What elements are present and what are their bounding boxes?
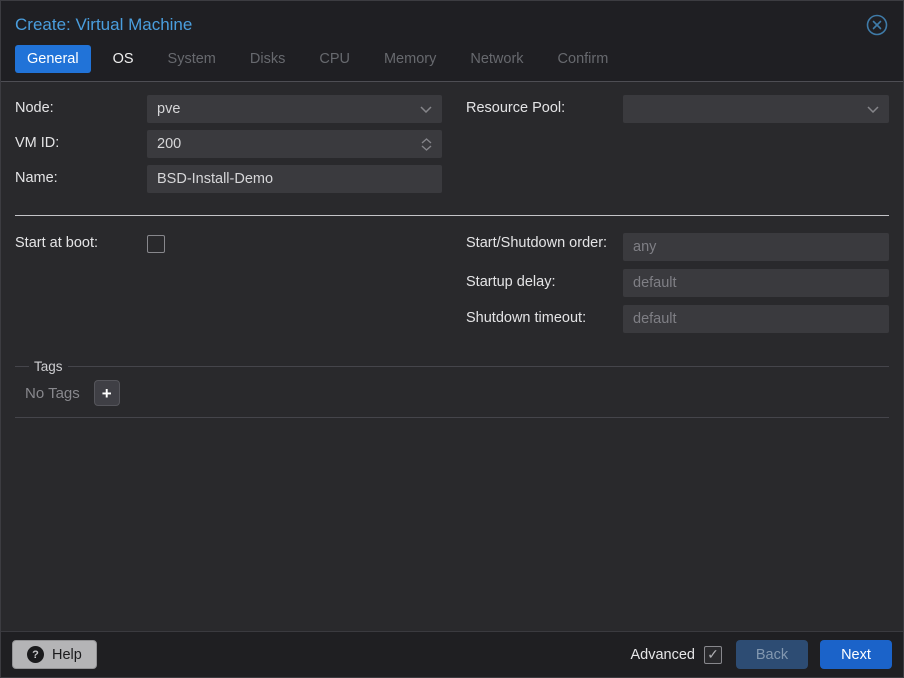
tab-confirm[interactable]: Confirm (546, 45, 621, 73)
close-button[interactable] (864, 12, 889, 37)
check-icon: ✓ (707, 646, 719, 663)
create-vm-dialog: Create: Virtual Machine General OS Syste… (0, 0, 904, 678)
shutdown-timeout-label: Shutdown timeout: (466, 308, 623, 329)
startup-order-label: Start/Shutdown order: (466, 233, 623, 254)
tags-fieldset: Tags No Tags + (15, 359, 889, 418)
tab-memory[interactable]: Memory (372, 45, 448, 73)
dialog-footer: ? Help Advanced ✓ Back Next (1, 631, 903, 677)
tab-cpu[interactable]: CPU (307, 45, 362, 73)
vmid-label: VM ID: (15, 133, 147, 154)
next-button[interactable]: Next (820, 640, 892, 669)
question-mark-icon: ? (27, 646, 44, 663)
tab-general[interactable]: General (15, 45, 91, 73)
name-label: Name: (15, 168, 147, 189)
start-at-boot-checkbox[interactable] (147, 235, 165, 253)
advanced-label: Advanced (631, 647, 696, 663)
general-form-panel: Node: pve VM ID: 200 (1, 81, 903, 631)
wizard-tab-bar: General OS System Disks CPU Memory Netwo… (15, 45, 889, 81)
no-tags-text: No Tags (25, 385, 80, 402)
add-tag-button[interactable]: + (94, 380, 120, 406)
chevron-down-icon (420, 106, 432, 113)
dialog-header: Create: Virtual Machine General OS Syste… (1, 1, 903, 81)
start-at-boot-label: Start at boot: (15, 233, 147, 254)
tags-legend: Tags (29, 359, 68, 374)
startup-delay-label: Startup delay: (466, 272, 623, 293)
help-button-label: Help (52, 647, 82, 663)
close-icon (865, 13, 889, 37)
tab-system[interactable]: System (156, 45, 228, 73)
resource-pool-label: Resource Pool: (466, 98, 623, 119)
startup-order-input[interactable] (623, 233, 889, 261)
dialog-title: Create: Virtual Machine (15, 15, 192, 35)
shutdown-timeout-input[interactable] (623, 305, 889, 333)
startup-delay-input[interactable] (623, 269, 889, 297)
advanced-checkbox[interactable]: ✓ (704, 646, 722, 664)
vmid-spinner[interactable]: 200 (147, 130, 442, 158)
chevron-down-icon (867, 106, 879, 113)
tab-network[interactable]: Network (458, 45, 535, 73)
name-input[interactable] (147, 165, 442, 193)
help-button[interactable]: ? Help (12, 640, 97, 669)
spinner-arrows-icon[interactable] (421, 138, 432, 151)
node-select[interactable]: pve (147, 95, 442, 123)
node-label: Node: (15, 98, 147, 119)
node-value: pve (157, 101, 420, 117)
back-button[interactable]: Back (736, 640, 808, 669)
section-divider (15, 215, 889, 216)
tab-os[interactable]: OS (101, 45, 146, 73)
vmid-value: 200 (157, 136, 421, 152)
tab-disks[interactable]: Disks (238, 45, 297, 73)
resource-pool-select[interactable] (623, 95, 889, 123)
plus-icon: + (102, 385, 112, 402)
